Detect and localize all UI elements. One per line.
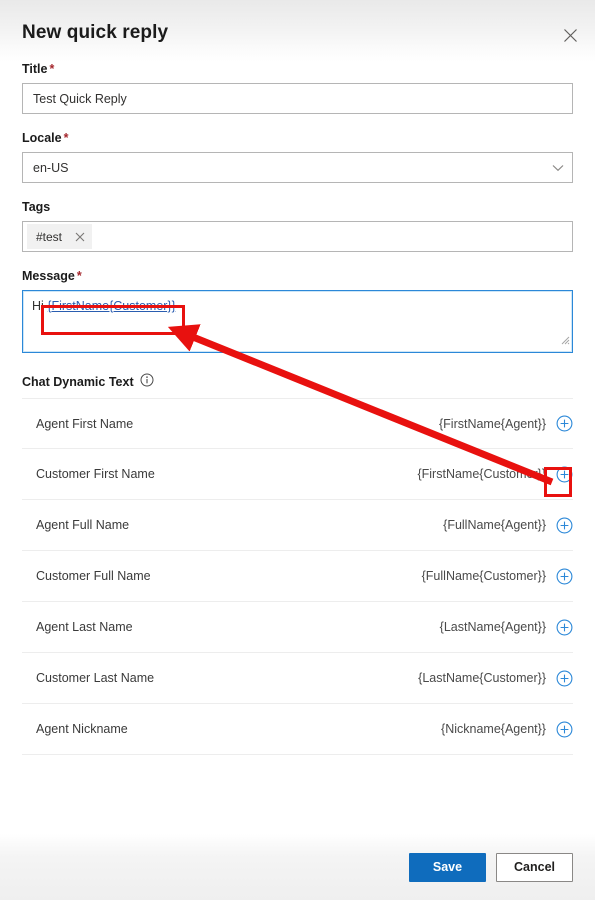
plus-circle-icon[interactable] [555,465,573,483]
new-quick-reply-dialog: New quick reply Title* Locale* [0,0,595,900]
dynamic-text-heading: Chat Dynamic Text [22,373,573,390]
dynamic-text-row: Agent Last Name {LastName{Agent}} [22,602,573,653]
locale-label-text: Locale [22,131,62,145]
plus-circle-icon[interactable] [555,720,573,738]
dynamic-text-row-token: {LastName{Customer}} [418,671,546,685]
locale-select[interactable] [22,152,573,183]
plus-circle-icon[interactable] [555,567,573,585]
message-input-wrap: Hi {FirstName{Customer}} [22,290,573,353]
message-label: Message * [22,269,573,283]
title-label-text: Title [22,62,48,76]
plus-circle-icon[interactable] [555,516,573,534]
message-field-group: Message * Hi {FirstName{Customer}} [22,269,573,353]
dynamic-text-row: Customer First Name {FirstName{Customer}} [22,449,573,500]
plus-circle-icon[interactable] [555,669,573,687]
dynamic-text-row-label: Customer First Name [36,467,155,481]
dynamic-text-row-token: {LastName{Agent}} [439,620,546,634]
dynamic-text-row-label: Agent First Name [36,416,134,431]
title-field-group: Title * [22,62,573,114]
cancel-button[interactable]: Cancel [496,852,573,882]
required-asterisk: * [63,131,69,145]
close-icon[interactable] [557,22,583,48]
dialog-body: Title* Locale* Tags #tes [0,62,595,755]
locale-field-group: Locale * [22,131,573,183]
tags-label: Tags [22,200,51,214]
dynamic-text-row-label: Customer Last Name [36,671,155,685]
dynamic-text-row-token: {Nickname{Agent}} [441,722,546,736]
locale-label: Locale * [22,131,573,145]
dynamic-text-row-token: {FullName{Customer}} [421,569,546,583]
locale-select-wrap [22,152,573,183]
tag-chip-label: #test [36,229,63,244]
message-text-prefix: Hi [32,299,48,313]
message-dynamic-token: {FirstName{Customer}} [47,299,176,313]
dynamic-text-row-token: {FullName{Agent}} [443,518,546,532]
dynamic-text-row: Customer Full Name {FullName{Customer}} [22,551,573,602]
dynamic-text-row-token: {FirstName{Agent}} [438,416,546,431]
dynamic-text-row-token: {FirstName{Customer}} [417,467,546,481]
title-label: Title * [22,62,573,76]
dynamic-text-list: Agent First Name {FirstName{Agent}} Custom… [22,398,573,755]
dynamic-text-row-label: Agent Full Name [36,518,130,532]
dialog-footer: Save Cancel [0,834,595,900]
save-button[interactable]: Save [409,852,486,882]
dynamic-text-row: Agent Nickname {Nickname{Agent}} [22,704,573,755]
tags-field-group: Tags #test [22,200,573,252]
tag-chip[interactable]: #test [27,224,93,249]
dynamic-text-row-label: Agent Last Name [36,620,133,634]
title-input[interactable] [22,83,573,114]
tags-input[interactable]: #test [22,221,573,252]
message-textarea[interactable]: Hi {FirstName{Customer}} [22,290,573,353]
dialog-header: New quick reply [0,0,595,62]
dynamic-text-row-label: Agent Nickname [36,722,128,736]
message-label-text: Message [22,269,75,283]
close-icon[interactable] [75,232,85,242]
required-asterisk: * [76,269,82,283]
info-icon[interactable] [140,373,154,390]
dynamic-text-row: Customer Last Name {LastName{Customer}} [22,653,573,704]
dynamic-text-row: Agent Full Name {FullName{Agent}} [22,500,573,551]
plus-circle-icon[interactable] [555,415,573,433]
required-asterisk: * [49,62,55,76]
dialog-title: New quick reply [22,22,169,43]
dynamic-text-row-label: Customer Full Name [36,569,151,583]
dynamic-text-row: Agent First Name {FirstName{Agent}} [22,398,573,449]
dynamic-text-heading-label: Chat Dynamic Text [22,374,134,389]
plus-circle-icon[interactable] [555,618,573,636]
